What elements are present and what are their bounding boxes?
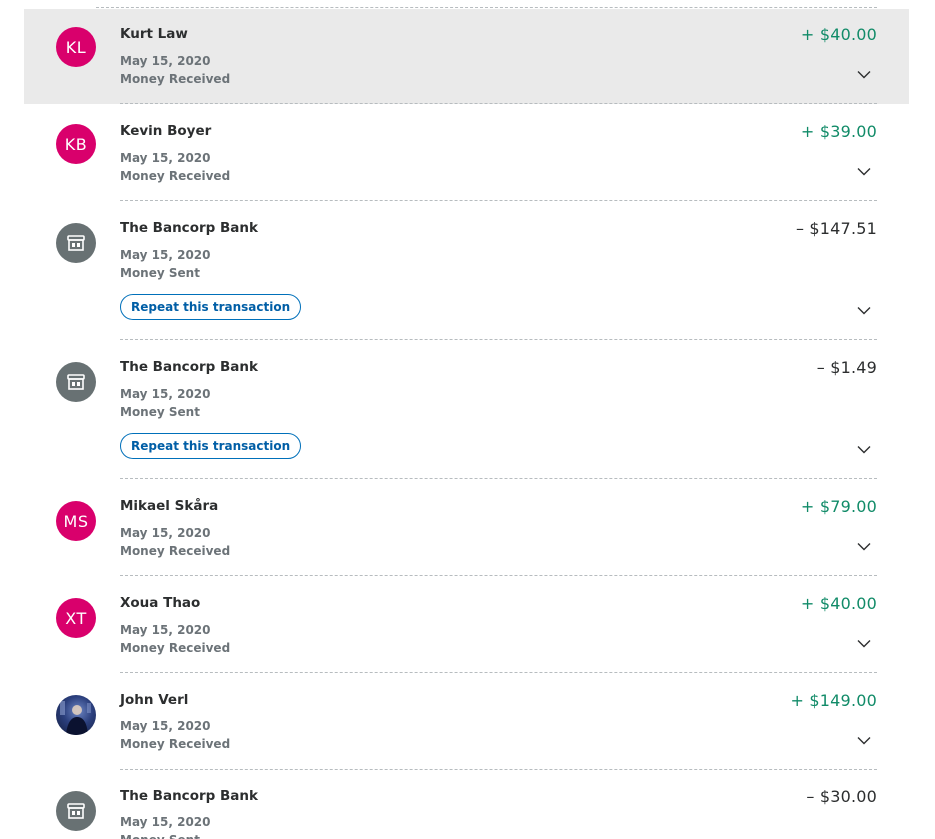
avatar: MS: [56, 501, 96, 541]
counterparty-name: Mikael Skåra: [120, 498, 219, 514]
transaction-row[interactable]: KL Kurt Law May 15, 2020 Money Received …: [24, 9, 909, 104]
transaction-date: May 15, 2020: [120, 623, 211, 637]
repeat-transaction-button[interactable]: Repeat this transaction: [120, 294, 302, 320]
chevron-down-icon[interactable]: [857, 736, 871, 745]
transaction-amount: – $1.49: [816, 358, 877, 377]
avatar: [56, 223, 96, 263]
counterparty-name: John Verl: [120, 692, 189, 708]
storefront-icon: [67, 374, 85, 390]
transaction-row[interactable]: MS Mikael Skåra May 15, 2020 Money Recei…: [24, 479, 909, 576]
counterparty-name: The Bancorp Bank: [120, 220, 258, 236]
chevron-down-icon[interactable]: [857, 70, 871, 79]
transaction-type: Money Sent: [120, 405, 200, 419]
counterparty-name: Kevin Boyer: [120, 123, 212, 139]
transaction-type: Money Sent: [120, 266, 200, 280]
transaction-date: May 15, 2020: [120, 719, 211, 733]
transaction-type: Money Received: [120, 72, 231, 86]
counterparty-name: The Bancorp Bank: [120, 359, 258, 375]
transaction-type: Money Sent: [120, 833, 200, 839]
transaction-amount: + $149.00: [790, 691, 877, 710]
transaction-type: Money Received: [120, 641, 231, 655]
transaction-date: May 15, 2020: [120, 248, 211, 262]
transaction-row[interactable]: The Bancorp Bank May 15, 2020 Money Sent…: [24, 340, 909, 479]
transaction-type: Money Received: [120, 169, 231, 183]
transaction-date: May 15, 2020: [120, 54, 211, 68]
transaction-row[interactable]: John Verl May 15, 2020 Money Received + …: [24, 673, 909, 770]
avatar: [56, 362, 96, 402]
transaction-date: May 15, 2020: [120, 815, 211, 829]
chevron-down-icon[interactable]: [857, 445, 871, 454]
chevron-down-icon[interactable]: [857, 542, 871, 551]
profile-photo-icon: [60, 701, 91, 735]
transaction-row[interactable]: XT Xoua Thao May 15, 2020 Money Received…: [24, 576, 909, 673]
avatar: KL: [56, 27, 96, 67]
storefront-icon: [67, 803, 85, 819]
chevron-down-icon[interactable]: [857, 167, 871, 176]
transaction-type: Money Received: [120, 544, 231, 558]
transaction-amount: – $147.51: [795, 219, 877, 238]
chevron-down-icon[interactable]: [857, 306, 871, 315]
transaction-amount: + $79.00: [800, 497, 877, 516]
transaction-row[interactable]: The Bancorp Bank May 15, 2020 Money Sent…: [24, 770, 909, 839]
transaction-date: May 15, 2020: [120, 526, 211, 540]
transaction-type: Money Received: [120, 737, 231, 751]
counterparty-name: Kurt Law: [120, 26, 188, 42]
transaction-date: May 15, 2020: [120, 387, 211, 401]
avatar: [56, 695, 96, 735]
transaction-date: May 15, 2020: [120, 151, 211, 165]
transaction-amount: + $40.00: [800, 594, 877, 613]
counterparty-name: Xoua Thao: [120, 595, 201, 611]
transaction-row[interactable]: The Bancorp Bank May 15, 2020 Money Sent…: [24, 201, 909, 340]
transaction-amount: + $40.00: [800, 25, 877, 44]
counterparty-name: The Bancorp Bank: [120, 788, 258, 804]
avatar: [56, 791, 96, 831]
repeat-transaction-button[interactable]: Repeat this transaction: [120, 433, 302, 459]
transaction-row[interactable]: KB Kevin Boyer May 15, 2020 Money Receiv…: [24, 104, 909, 201]
transaction-amount: – $30.00: [806, 787, 877, 806]
transaction-amount: + $39.00: [800, 122, 877, 141]
chevron-down-icon[interactable]: [857, 639, 871, 648]
list-top-divider: [96, 7, 877, 8]
avatar: KB: [56, 124, 96, 164]
storefront-icon: [67, 235, 85, 251]
avatar: XT: [56, 598, 96, 638]
